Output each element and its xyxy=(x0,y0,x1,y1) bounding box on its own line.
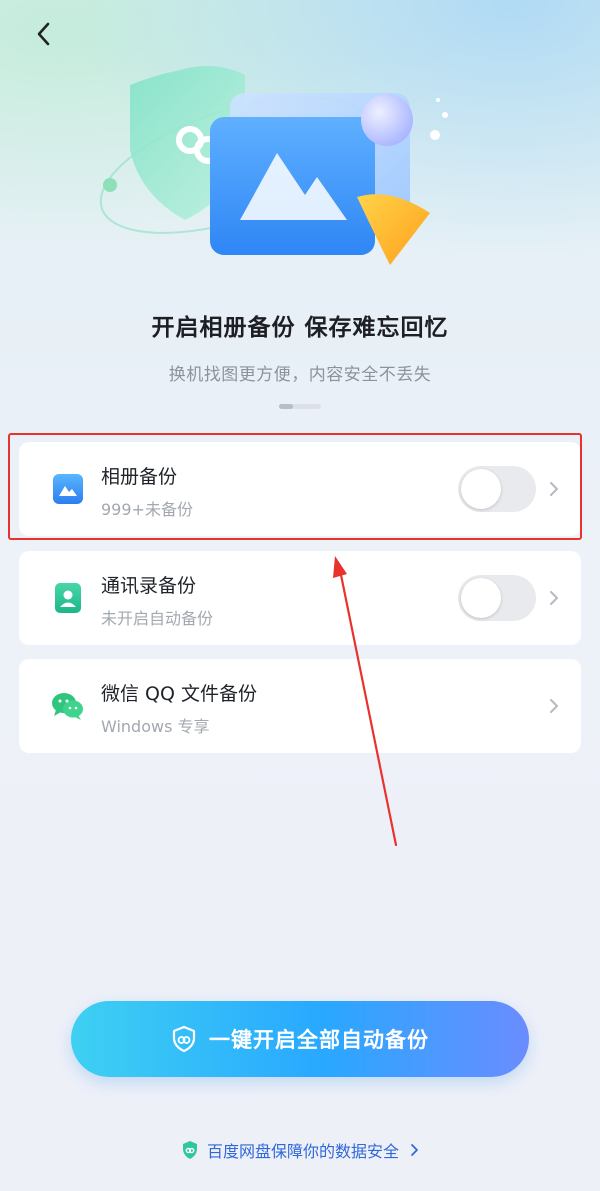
album-backup-toggle[interactable] xyxy=(458,466,536,512)
shield-icon xyxy=(182,1141,197,1159)
data-security-link[interactable]: 百度网盘保障你的数据安全 xyxy=(0,1136,600,1164)
hero-illustration xyxy=(99,66,448,265)
contacts-icon xyxy=(55,583,81,613)
photo-album-icon xyxy=(53,474,83,504)
chevron-right-icon xyxy=(550,482,558,496)
backup-item-desc: Windows 专享 xyxy=(101,717,210,736)
backup-item-album[interactable]: 相册备份 999+未备份 xyxy=(19,442,581,536)
enable-all-backup-label: 一键开启全部自动备份 xyxy=(209,1028,429,1052)
enable-all-backup-button[interactable]: 一键开启全部自动备份 xyxy=(71,1001,529,1077)
backup-item-label: 相册备份 xyxy=(101,466,178,488)
backup-item-contacts[interactable]: 通讯录备份 未开启自动备份 xyxy=(19,551,581,645)
chevron-left-icon xyxy=(37,22,50,46)
wechat-icon xyxy=(52,693,83,720)
data-security-label: 百度网盘保障你的数据安全 xyxy=(206,1142,399,1161)
backup-item-wechat-qq[interactable]: 微信 QQ 文件备份 Windows 专享 xyxy=(19,659,581,753)
page-subtitle: 换机找图更方便，内容安全不丢失 xyxy=(168,365,432,385)
chevron-right-icon xyxy=(550,699,558,713)
chevron-right-icon xyxy=(411,1144,418,1156)
contacts-backup-toggle[interactable] xyxy=(458,575,536,621)
toggle-knob xyxy=(461,469,501,509)
page-indicator xyxy=(279,404,321,409)
toggle-knob xyxy=(461,578,501,618)
backup-item-label: 通讯录备份 xyxy=(101,575,197,597)
backup-item-desc: 未开启自动备份 xyxy=(101,609,214,628)
backup-item-desc: 999+未备份 xyxy=(101,500,193,519)
shield-icon xyxy=(172,1025,196,1053)
page-indicator-active xyxy=(279,404,293,409)
back-button[interactable] xyxy=(26,16,62,52)
page-title: 开启相册备份 保存难忘回忆 xyxy=(151,315,449,341)
backup-item-label: 微信 QQ 文件备份 xyxy=(101,683,257,705)
chevron-right-icon xyxy=(550,591,558,605)
